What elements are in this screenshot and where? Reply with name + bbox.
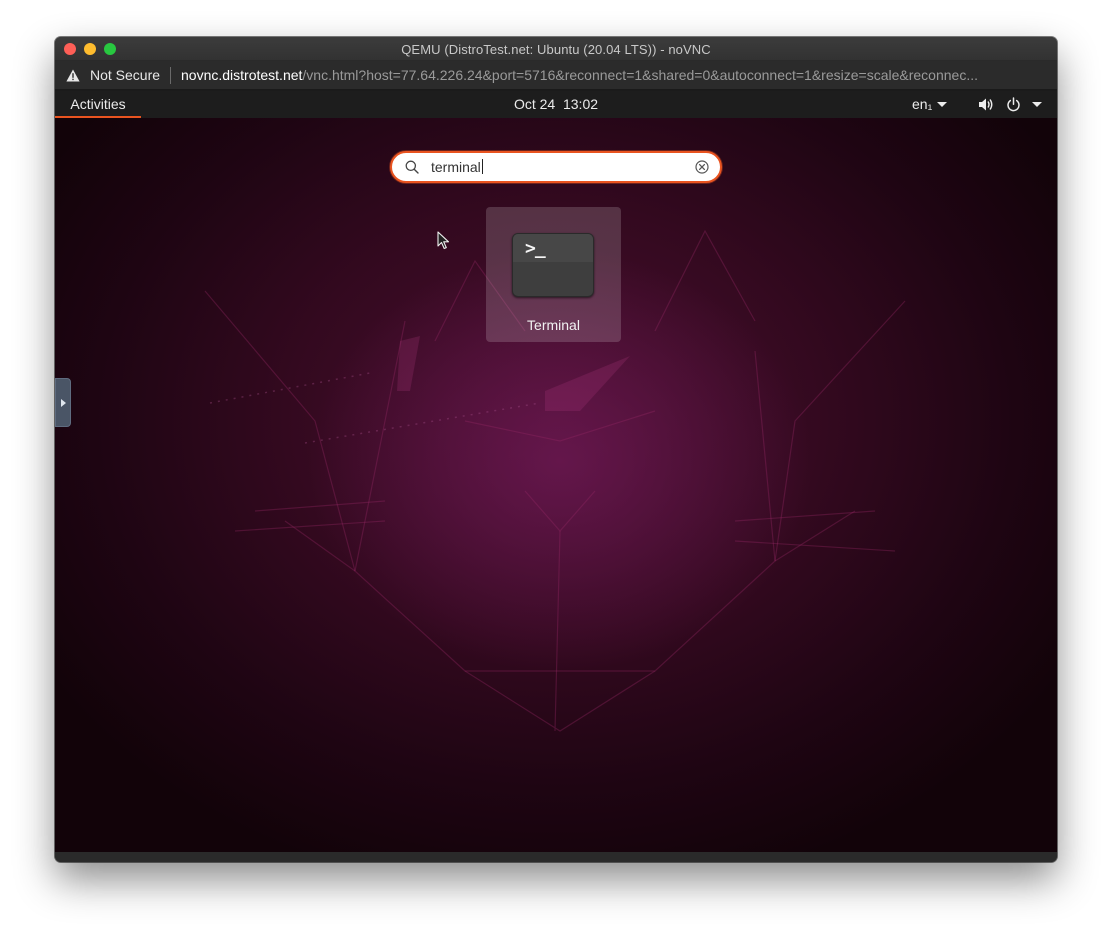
search-query: terminal [431,159,481,175]
novnc-sidebar-handle[interactable] [55,378,71,427]
clock-date: Oct 24 [513,96,556,112]
volume-icon[interactable] [978,97,994,112]
warning-icon [66,69,80,82]
vnc-desktop[interactable]: Activities Oct 24 13:02 en₁ terminal >_ … [55,91,1057,852]
url-path: /vnc.html?host=77.64.226.24&port=5716&re… [302,67,978,83]
app-label: Terminal [527,317,580,333]
search-input[interactable]: terminal [390,151,722,183]
window-title: QEMU (DistroTest.net: Ubuntu (20.04 LTS)… [401,42,711,57]
wallpaper [55,91,1057,852]
browser-window: QEMU (DistroTest.net: Ubuntu (20.04 LTS)… [55,37,1057,862]
top-panel: Activities Oct 24 13:02 en₁ [55,91,1057,118]
clear-icon[interactable] [695,160,709,174]
clock[interactable]: Oct 24 13:02 [55,91,1057,118]
terminal-icon: >_ [512,233,594,297]
search-icon [405,160,419,174]
security-status[interactable]: Not Secure [90,67,160,83]
power-icon[interactable] [1006,97,1021,112]
clock-time: 13:02 [562,96,599,112]
app-result-terminal[interactable]: >_ Terminal [486,207,621,342]
wallpaper-artwork [204,229,906,732]
terminal-prompt-glyph: >_ [525,238,546,259]
window-bottom-bar [55,852,1057,862]
url-field[interactable]: novnc.distrotest.net/vnc.html?host=77.64… [181,67,1041,83]
chevron-down-icon [937,102,947,107]
search-query-text: terminal [431,159,483,175]
expand-arrow-icon [61,399,66,407]
address-divider [170,67,171,84]
url-host: novnc.distrotest.net [181,67,303,83]
text-caret [481,159,483,174]
chevron-down-icon[interactable] [1032,102,1042,107]
address-bar[interactable]: Not Secure novnc.distrotest.net/vnc.html… [55,61,1057,90]
keyboard-layout-indicator[interactable]: en₁ [912,91,932,118]
title-bar: QEMU (DistroTest.net: Ubuntu (20.04 LTS)… [55,37,1057,61]
mouse-pointer-icon [437,231,450,250]
